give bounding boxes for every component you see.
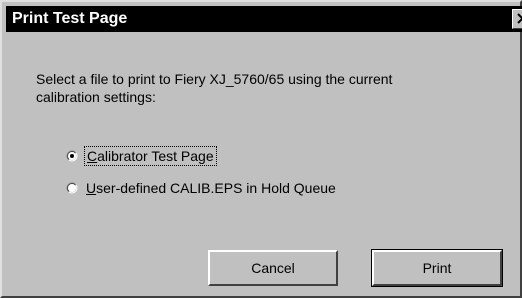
- close-icon: [517, 13, 522, 24]
- window-title: Print Test Page: [12, 10, 128, 27]
- print-test-page-dialog: Print Test Page Select a file to print t…: [0, 0, 522, 298]
- title-bar: Print Test Page: [6, 6, 522, 32]
- radio-selected-icon[interactable]: [66, 150, 78, 162]
- close-button[interactable]: [512, 9, 522, 29]
- instruction-text: Select a file to print to Fiery XJ_5760/…: [36, 70, 496, 106]
- mnemonic-u: U: [86, 180, 97, 196]
- instruction-line-1: Select a file to print to Fiery XJ_5760/…: [36, 71, 393, 87]
- mnemonic-c: C: [87, 148, 98, 164]
- radio-label-rest-1: alibrator Test Page: [97, 148, 214, 164]
- instruction-line-2: calibration settings:: [36, 89, 156, 105]
- radio-label-calibrator-test-page: Calibrator Test Page: [84, 146, 217, 166]
- radio-label-user-defined: User-defined CALIB.EPS in Hold Queue: [86, 180, 336, 196]
- cancel-button[interactable]: Cancel: [208, 250, 338, 286]
- radio-unselected-icon[interactable]: [66, 182, 78, 194]
- print-button[interactable]: Print: [371, 249, 503, 287]
- radio-calibrator-test-page[interactable]: Calibrator Test Page: [66, 146, 217, 166]
- radio-user-defined-calib-eps[interactable]: User-defined CALIB.EPS in Hold Queue: [66, 178, 336, 198]
- radio-label-rest-2: ser-defined CALIB.EPS in Hold Queue: [96, 180, 336, 196]
